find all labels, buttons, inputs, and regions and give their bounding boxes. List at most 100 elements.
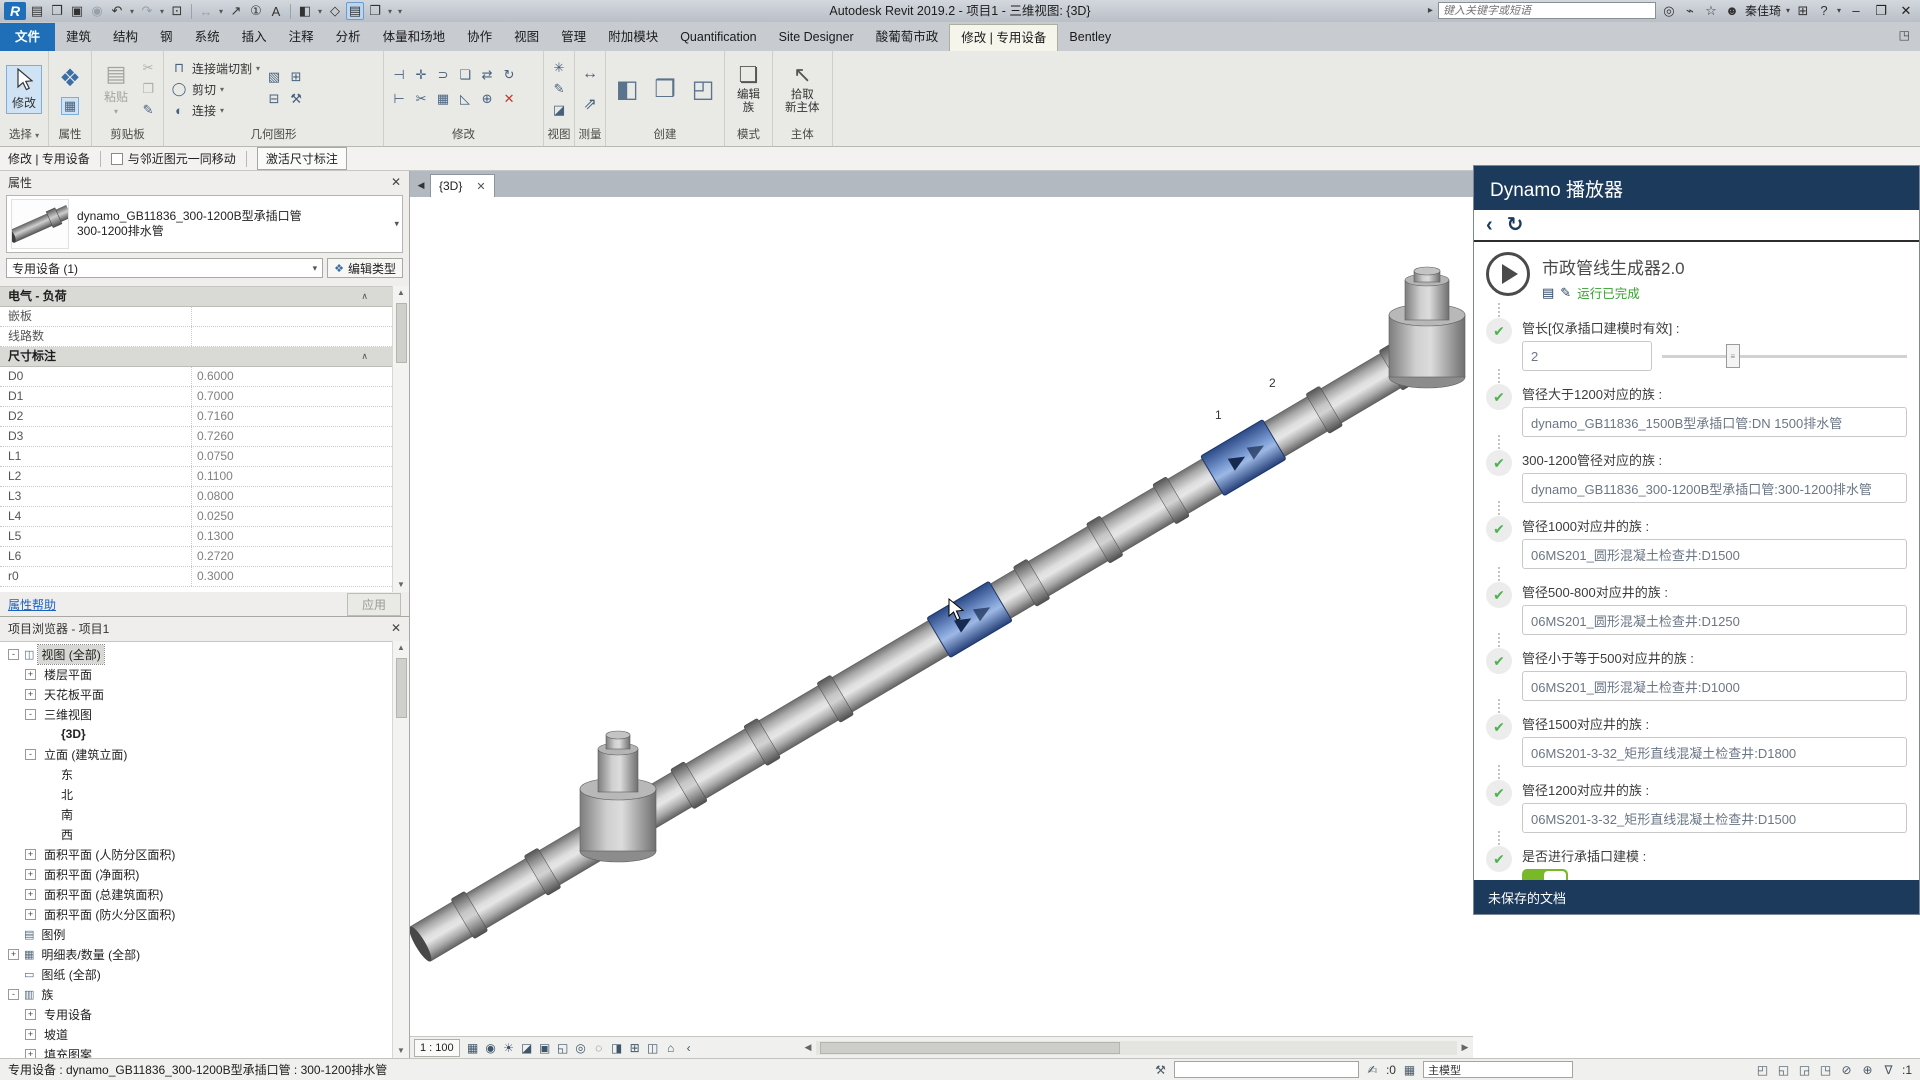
type-properties-icon[interactable]: ▦ [61,97,79,115]
tree-expander-icon[interactable]: + [25,1029,36,1040]
tree-expander-icon[interactable]: - [25,749,36,760]
offset-icon[interactable]: ⊃ [434,66,452,84]
tree-expander-icon[interactable]: + [25,1049,36,1059]
show-constraints-icon[interactable]: ⊞ [626,1039,644,1057]
tree-item[interactable]: + 楼层平面 [0,664,392,684]
tree-item[interactable]: + ▦ 明细表/数量 (全部) [0,944,392,964]
property-row[interactable]: L1 0.0750 [0,447,392,467]
properties-palette-icon[interactable]: ❖ [55,64,85,94]
view-tab-3d[interactable]: {3D} ✕ [430,174,495,197]
split-face-icon[interactable]: ▧ [265,68,283,86]
pick-new-host-button[interactable]: ↖ 拾取新主体 [779,60,826,118]
show-output-icon[interactable]: ▤ [1542,285,1554,301]
move-with-nearby-checkbox[interactable]: 与邻近图元一同移动 [111,150,236,167]
property-row[interactable]: 电气 - 负荷 [0,287,392,307]
align-icon[interactable]: ⊣ [390,66,408,84]
create-similar-icon[interactable]: ◰ [688,74,718,104]
tree-expander-icon[interactable] [8,929,19,940]
switch-windows-icon[interactable]: ❐ [366,2,384,20]
user-dropdown-icon[interactable]: ▾ [1786,6,1790,15]
crop-view-icon[interactable]: ▣ [536,1039,554,1057]
geometry-tool[interactable]: ◯ 剪切 ▾ [170,80,260,98]
tree-item[interactable]: + 天花板平面 [0,684,392,704]
dynamo-input-field[interactable] [1522,605,1907,635]
ribbon-tab[interactable]: 文件 [0,23,55,51]
select-underlay-icon[interactable]: ⊘ [1839,1063,1854,1077]
dynamo-input-field[interactable] [1522,803,1907,833]
open-icon[interactable]: ❒ [48,2,66,20]
undo-icon[interactable]: ↶ [108,2,126,20]
switch-windows-dropdown[interactable]: ▾ [386,2,394,20]
pin-icon[interactable]: ⊕ [478,90,496,108]
property-row[interactable]: L6 0.2720 [0,547,392,567]
tag-by-category-icon[interactable]: ① [247,2,265,20]
delete-icon[interactable]: ✕ [500,90,518,108]
qat-separator[interactable] [290,4,291,19]
minimize-button[interactable]: – [1846,3,1866,18]
customize-qat-dropdown[interactable]: ▾ [396,2,404,20]
close-button[interactable]: ✕ [1896,3,1916,19]
horizontal-scrollbar[interactable]: ◀ ▶ [800,1036,1473,1058]
saved-orientation-icon[interactable]: ⌂ [662,1039,680,1057]
tree-expander-icon[interactable]: + [25,869,36,880]
override-graphics-icon[interactable]: ✎ [550,80,568,98]
measure-length-icon[interactable]: ↔ [581,65,599,83]
shadows-icon[interactable]: ◪ [518,1039,536,1057]
tree-expander-icon[interactable]: - [25,709,36,720]
tree-item[interactable]: - ◫ 视图 (全部) [0,644,392,664]
sun-path-icon[interactable]: ☀ [500,1039,518,1057]
restore-button[interactable]: ❐ [1871,3,1891,19]
redo-icon[interactable]: ↷ [138,2,156,20]
rotate-icon[interactable]: ↻ [500,66,518,84]
tree-item[interactable]: {3D} [0,724,392,744]
run-script-button[interactable] [1486,252,1530,296]
tree-item[interactable]: 北 [0,784,392,804]
ribbon-tab[interactable]: 管理 [550,23,597,51]
property-row[interactable]: D1 0.7000 [0,387,392,407]
type-selector-dropdown-icon[interactable]: ▾ [394,219,399,230]
save-icon[interactable]: ▣ [68,2,86,20]
username[interactable]: 秦佳琦 [1745,2,1781,19]
copy-icon[interactable]: ❏ [456,66,474,84]
exclude-options-icon[interactable]: ◲ [1797,1063,1812,1077]
ribbon-tab[interactable]: 体量和场地 [372,23,457,51]
tree-item[interactable]: - ▥ 族 [0,984,392,1004]
dynamo-input-field[interactable] [1522,407,1907,437]
filter-combo[interactable]: 专用设备 (1) ▾ [6,258,323,278]
tree-item[interactable]: + 面积平面 (总建筑面积) [0,884,392,904]
search-input[interactable] [1438,2,1656,19]
match-type-properties-icon[interactable]: ✎ [139,101,157,119]
selection-filter-icon[interactable]: ∇ [1881,1063,1896,1077]
property-row[interactable]: L4 0.0250 [0,507,392,527]
property-row[interactable]: r0 0.3000 [0,567,392,587]
ribbon-tab[interactable]: 结构 [102,23,149,51]
properties-help-link[interactable]: 属性帮助 [8,596,56,613]
editable-only-icon[interactable]: ◱ [1776,1063,1791,1077]
property-row[interactable]: 尺寸标注 [0,347,392,367]
manhole-upper[interactable] [1389,267,1465,388]
tree-item[interactable]: ▭ 图纸 (全部) [0,964,392,984]
tree-item[interactable]: + 面积平面 (人防分区面积) [0,844,392,864]
app-store-icon[interactable]: ⊞ [1795,3,1811,19]
ribbon-tab[interactable]: 酸葡萄市政 [865,23,950,51]
app-logo[interactable]: R [4,2,26,20]
tree-item[interactable]: + 填充图案 [0,1044,392,1058]
press-drag-icon[interactable]: ◰ [1755,1063,1770,1077]
edit-in-dynamo-icon[interactable]: ✎ [1560,285,1571,301]
edit-family-button[interactable]: ❏ 编辑族 [731,60,766,118]
thin-lines-icon[interactable]: ▤ [346,2,364,20]
project-browser-close-icon[interactable]: ✕ [391,621,401,635]
cut-icon[interactable]: ✂ [139,59,157,77]
property-row[interactable]: D3 0.7260 [0,427,392,447]
ribbon-display-toggle-icon[interactable]: ◳ [1899,28,1910,42]
properties-scrollbar[interactable]: ▲ ▼ [392,286,409,592]
ribbon-tab[interactable]: 注释 [278,23,325,51]
array-icon[interactable]: ▦ [434,90,452,108]
select-pinned-icon[interactable]: ⊕ [1860,1063,1875,1077]
tree-item[interactable]: 西 [0,824,392,844]
tree-item[interactable]: 东 [0,764,392,784]
redo-dropdown[interactable]: ▾ [158,2,166,20]
tree-expander-icon[interactable] [42,789,53,800]
tree-item[interactable]: - 三维视图 [0,704,392,724]
qat-separator[interactable] [191,4,192,19]
